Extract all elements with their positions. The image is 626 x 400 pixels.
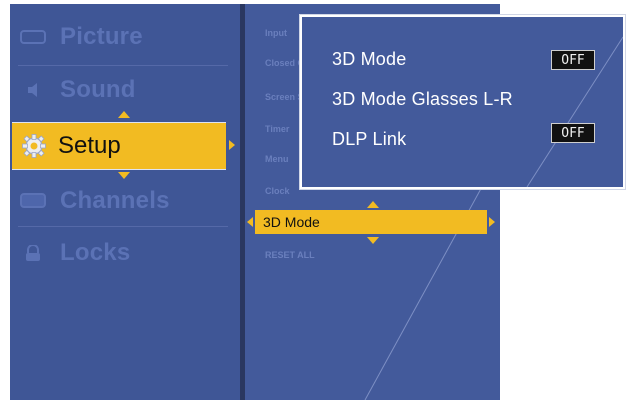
main-menu-item-channels[interactable]: Channels — [12, 178, 232, 224]
setup-menu-item-3d-mode[interactable]: 3D Mode — [255, 210, 487, 234]
reset-all-item[interactable]: RESET ALL — [265, 250, 315, 260]
setup-menu-item[interactable]: Clock — [265, 186, 290, 196]
left-arrow-icon[interactable] — [247, 217, 253, 227]
option-3d-mode-label[interactable]: 3D Mode — [332, 49, 406, 70]
main-menu-item-setup[interactable]: Setup — [12, 122, 226, 170]
setup-menu-selected-label: 3D Mode — [263, 214, 320, 230]
gear-icon — [22, 134, 46, 158]
setup-menu-item[interactable]: Input — [265, 28, 287, 38]
main-menu-item-sound[interactable]: Sound — [12, 67, 232, 113]
right-arrow-icon[interactable] — [489, 217, 495, 227]
option-dlp-link-label[interactable]: DLP Link — [332, 129, 406, 150]
main-menu-label: Channels — [60, 187, 170, 214]
main-menu-label: Sound — [60, 76, 136, 103]
setup-menu-item[interactable]: Menu — [265, 154, 289, 164]
setup-menu-item[interactable]: Timer — [265, 124, 289, 134]
option-3d-mode-glasses-label[interactable]: 3D Mode Glasses L-R — [332, 89, 513, 110]
3d-mode-options-popup: 3D Mode OFF 3D Mode Glasses L-R DLP Link… — [300, 15, 625, 189]
speaker-icon — [20, 82, 46, 98]
tv-icon — [20, 193, 46, 209]
picture-icon — [20, 29, 46, 45]
lock-icon — [20, 245, 46, 261]
scroll-up-arrow-icon[interactable] — [367, 201, 379, 208]
main-menu-label: Locks — [60, 239, 131, 266]
menu-separator — [18, 226, 228, 227]
tv-menu-screen: Picture Sound Setup Channels Locks Input… — [0, 0, 626, 400]
dlp-link-value-badge[interactable]: OFF — [551, 123, 595, 143]
scroll-down-arrow-icon[interactable] — [367, 237, 379, 244]
main-menu-label: Setup — [58, 132, 121, 159]
main-menu-label: Picture — [60, 23, 143, 50]
scroll-up-arrow-icon[interactable] — [118, 111, 130, 118]
main-menu-item-picture[interactable]: Picture — [12, 14, 232, 60]
submenu-right-arrow-icon[interactable] — [229, 140, 235, 150]
3d-mode-value-badge[interactable]: OFF — [551, 50, 595, 70]
menu-separator — [18, 65, 228, 66]
main-menu-item-locks[interactable]: Locks — [12, 230, 232, 276]
